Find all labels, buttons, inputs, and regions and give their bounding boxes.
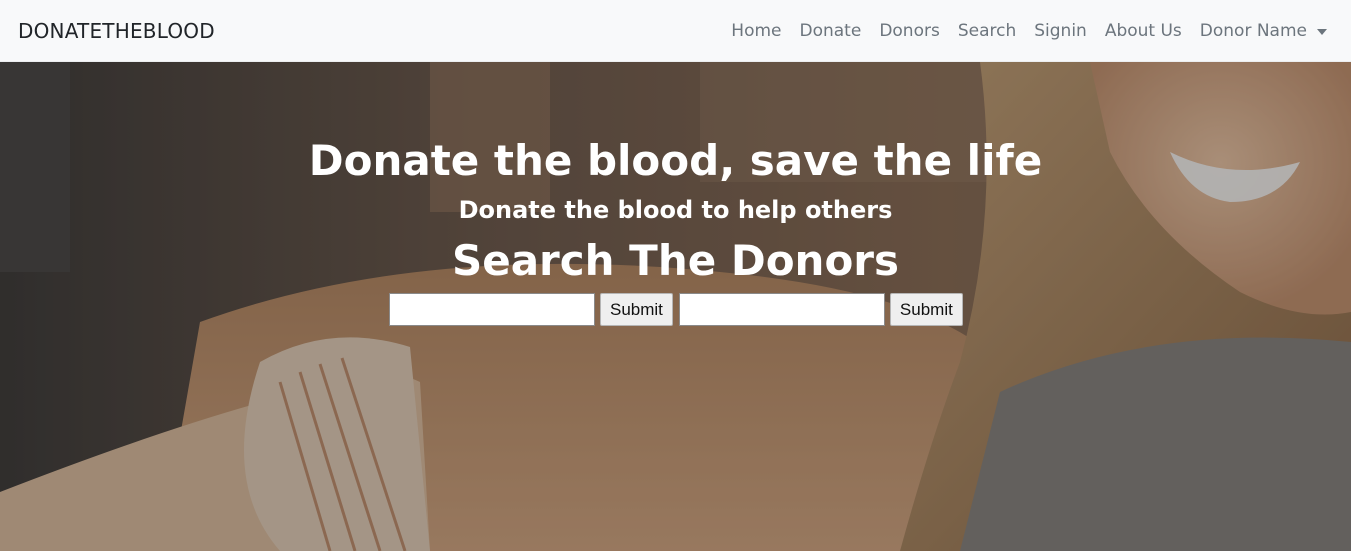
donor-name-dropdown[interactable]: Donor Name — [1191, 21, 1333, 41]
nav-item-signin[interactable]: Signin — [1025, 21, 1096, 41]
caret-down-icon — [1317, 28, 1327, 35]
nav-item-donors[interactable]: Donors — [870, 21, 949, 41]
hero-banner: Donate the blood, save the life Donate t… — [0, 62, 1351, 551]
submit-button-1[interactable]: Submit — [600, 293, 673, 326]
search-forms-row: Submit Submit — [389, 293, 963, 326]
nav-item-search[interactable]: Search — [949, 21, 1025, 41]
top-navbar: DONATETHEBLOOD Home Donate Donors Search… — [0, 0, 1351, 62]
search-donors-heading: Search The Donors — [451, 236, 900, 285]
nav-item-home[interactable]: Home — [722, 21, 790, 41]
nav-item-about-us[interactable]: About Us — [1096, 21, 1191, 41]
nav-menu: Home Donate Donors Search Signin About U… — [722, 21, 1333, 41]
hero-title: Donate the blood, save the life — [308, 136, 1043, 185]
nav-item-donate[interactable]: Donate — [791, 21, 871, 41]
hero-subtitle: Donate the blood to help others — [458, 196, 893, 224]
brand-logo-link[interactable]: DONATETHEBLOOD — [18, 19, 215, 43]
search-input-2[interactable] — [678, 293, 885, 326]
search-input-1[interactable] — [389, 293, 595, 326]
submit-button-2[interactable]: Submit — [889, 293, 963, 326]
donor-name-label: Donor Name — [1199, 20, 1307, 41]
